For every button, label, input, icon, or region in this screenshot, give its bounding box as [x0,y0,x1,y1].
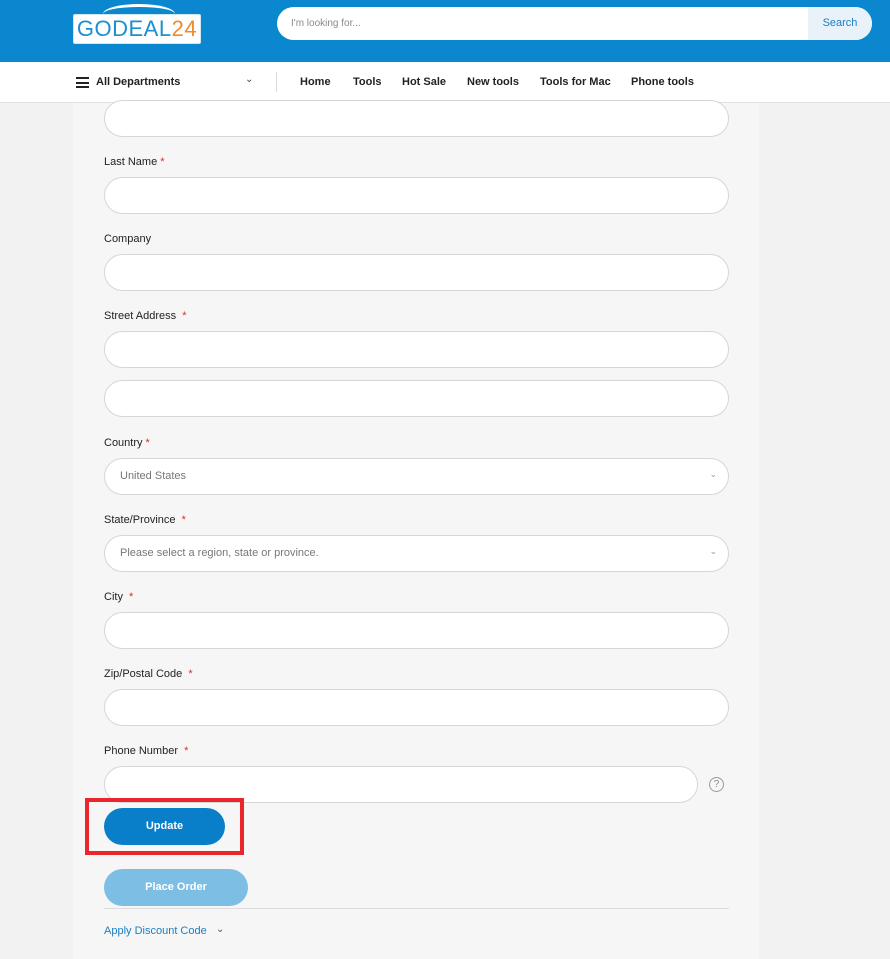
hamburger-icon [76,77,89,88]
site-header: GODEAL24 Search [0,0,890,62]
last-name-input[interactable] [104,177,729,214]
nav-item-tools-for-mac[interactable]: Tools for Mac [540,76,611,88]
company-label: Company [104,233,152,245]
nav-item-tools[interactable]: Tools [353,76,382,88]
country-select[interactable]: United States ⌄ [104,458,729,495]
street-address-label: Street Address * [104,310,187,322]
nav-divider [276,72,277,92]
state-placeholder: Please select a region, state or provinc… [120,547,319,559]
main-nav: All Departments ⌄ Home Tools Hot Sale Ne… [0,62,890,103]
chevron-down-icon: ⌄ [245,74,254,85]
last-name-label: Last Name * [104,156,165,168]
chevron-down-icon: ⌄ [709,469,717,479]
apply-discount-code-link[interactable]: Apply Discount Code [104,925,207,937]
nav-item-hot-sale[interactable]: Hot Sale [402,76,446,88]
street-address-line2-input[interactable] [104,380,729,417]
first-name-input[interactable] [104,100,729,137]
company-input[interactable] [104,254,729,291]
all-departments-label: All Departments [96,76,181,88]
update-button[interactable]: Update [104,808,225,845]
nav-item-new-tools[interactable]: New tools [467,76,519,88]
all-departments-dropdown[interactable]: All Departments ⌄ [73,62,262,103]
state-label: State/Province * [104,514,186,526]
logo-wordmark: GODEAL24 [76,16,198,41]
state-select[interactable]: Please select a region, state or provinc… [104,535,729,572]
search-bar: Search [277,7,872,40]
place-order-button[interactable]: Place Order [104,869,248,906]
city-label: City * [104,591,134,603]
nav-item-home[interactable]: Home [300,76,331,88]
zip-label: Zip/Postal Code * [104,668,193,680]
question-circle-icon[interactable]: ? [709,777,724,792]
phone-label: Phone Number * [104,745,189,757]
search-input[interactable] [277,7,808,40]
chevron-down-icon: ⌄ [709,546,717,556]
nav-item-phone-tools[interactable]: Phone tools [631,76,694,88]
site-logo[interactable]: GODEAL24 [73,4,203,44]
divider [104,908,729,909]
country-label: Country * [104,437,150,449]
search-button[interactable]: Search [808,7,872,40]
city-input[interactable] [104,612,729,649]
chevron-down-icon[interactable]: ⌄ [216,924,224,935]
zip-input[interactable] [104,689,729,726]
country-value: United States [120,470,187,482]
street-address-line1-input[interactable] [104,331,729,368]
